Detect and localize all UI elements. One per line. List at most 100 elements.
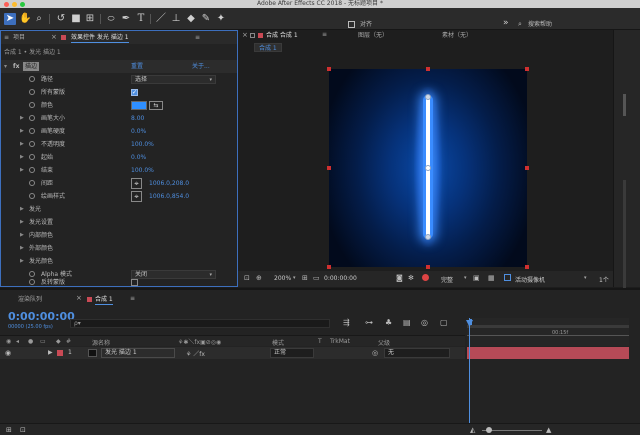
transform-handle[interactable] [525,67,529,71]
audio-icon[interactable]: ◂ [16,338,19,345]
type-tool-icon[interactable]: T [135,13,147,25]
close-tab-icon[interactable]: × [242,31,248,39]
transform-handle[interactable] [426,265,430,269]
channel-icon[interactable] [422,274,429,281]
comp-mini-flowchart-icon[interactable]: ⇶ [343,318,350,327]
lock-icon[interactable] [250,33,255,38]
checkbox[interactable]: ✓ [131,89,138,96]
transform-handle[interactable] [327,265,331,269]
panel-menu-icon[interactable]: ≡ [195,34,200,41]
views-dropdown[interactable]: 1个 [599,275,609,284]
parent-dropdown[interactable]: 无 [384,348,450,358]
stopwatch-icon[interactable] [29,76,35,82]
lock-icon[interactable]: ▭ [40,338,46,345]
zoom-out-icon[interactable]: ◭ [470,426,475,434]
composition-viewer[interactable] [329,69,527,267]
search-icon[interactable]: ⌕ [518,20,522,29]
brush-tool-icon[interactable]: ／ [155,13,167,25]
expand-arrow-icon[interactable]: ▶ [20,151,24,164]
stopwatch-icon[interactable] [29,167,35,173]
source-name-header[interactable]: 源名称 [92,338,110,347]
stopwatch-icon[interactable] [29,128,35,134]
graph-editor-icon[interactable]: ▢ [440,318,448,327]
close-tab-icon[interactable]: × [76,294,82,302]
transparency-grid-icon[interactable]: ▦ [488,274,495,282]
crosshair-icon[interactable]: ⌖ [131,191,142,202]
tab-effect-controls[interactable]: 效果控件 发光 描边 1 [71,33,129,43]
stopwatch-icon[interactable] [29,89,35,95]
eraser-tool-icon[interactable]: ◆ [185,13,197,25]
search-help-label[interactable]: 搜索帮助 [528,19,552,28]
stopwatch-icon[interactable] [29,115,35,121]
transform-handle[interactable] [327,166,331,170]
stopwatch-icon[interactable] [29,154,35,160]
solo-icon[interactable]: ● [28,338,33,345]
layer-switches[interactable]: ⚘ ／fx [186,349,205,358]
tab-project[interactable]: 项目 [13,33,25,42]
zoom-window-icon[interactable] [20,1,25,7]
label-tag-icon[interactable]: ◆ [56,338,61,345]
align-checkbox[interactable] [348,21,355,28]
expand-arrow-icon[interactable]: ▶ [20,125,24,138]
eyedropper-icon[interactable]: ⇆ [149,101,163,110]
grid-icon[interactable]: ⊡ [244,274,250,282]
roi-icon[interactable]: ▣ [473,274,480,282]
path-point-top[interactable] [425,94,431,100]
frame-blending-icon[interactable]: ▤ [403,318,411,327]
expand-arrow-icon[interactable]: ▶ [20,242,24,255]
resolution-dropdown[interactable]: 完整 [441,275,453,284]
current-time[interactable]: 0:00:00:00 [324,275,357,282]
expand-arrow-icon[interactable]: ▶ [20,216,24,229]
comp-flow-tab[interactable]: 合成 1 [254,43,282,52]
lock-icon[interactable] [61,35,66,40]
time-ruler[interactable]: 00:15f [467,318,629,346]
expand-arrow-icon[interactable]: ▶ [20,164,24,177]
timeline-timecode[interactable]: 0:00:00:00 [8,310,75,323]
scroll-handle[interactable] [623,180,626,290]
roto-brush-tool-icon[interactable]: ✎ [200,13,212,25]
zoom-slider-thumb[interactable] [486,427,492,433]
toggle-transfer-icon[interactable]: ⊡ [20,426,26,434]
expand-arrow-icon[interactable]: ▶ [20,229,24,242]
tab-footage[interactable]: 素材（无） [442,31,472,40]
param-value[interactable]: 0.0% [131,125,146,138]
region-icon[interactable]: ⊕ [256,274,262,282]
layer-label-color[interactable] [57,350,63,356]
stopwatch-icon[interactable] [29,141,35,147]
stopwatch-icon[interactable] [29,102,35,108]
tab-render-queue[interactable]: 渲染队列 [18,295,42,304]
switches-header-icons[interactable]: ⚘✱＼fx▣⊘◎◉ [178,337,221,346]
expand-arrow-icon[interactable]: ▶ [48,349,53,356]
toggle-switches-icon[interactable]: ⊞ [6,426,12,434]
effect-name[interactable]: 描边 [23,62,40,71]
stopwatch-icon[interactable] [29,193,35,199]
workspace-menu-icon[interactable]: » [503,18,509,28]
visibility-icon[interactable]: ◉ [5,349,11,357]
color-swatch[interactable] [131,101,147,110]
transform-handle[interactable] [525,166,529,170]
param-value[interactable]: 100.0% [131,164,154,177]
draft-3d-icon[interactable]: ⊶ [365,318,373,327]
transform-handle[interactable] [426,67,430,71]
expand-arrow-icon[interactable]: ▶ [20,112,24,125]
motion-blur-icon[interactable]: ◎ [421,318,428,327]
point-value[interactable]: 1006.0,854.0 [149,190,189,203]
shy-layers-icon[interactable]: ♣ [385,318,392,327]
layer-name[interactable]: 发光 描边 1 [101,348,175,358]
show-snapshot-icon[interactable]: ✻ [408,274,414,282]
crosshair-icon[interactable]: ⌖ [131,178,142,189]
pan-behind-tool-icon[interactable]: ⊞ [84,13,96,25]
layer-duration-bar[interactable] [467,347,629,359]
work-area-bar[interactable] [467,325,629,328]
path-point-bottom[interactable] [425,234,431,240]
param-value[interactable]: 8.00 [131,112,144,125]
zoom-in-icon[interactable]: ▲ [546,426,551,434]
close-tab-icon[interactable]: × [51,33,57,41]
expand-arrow-icon[interactable]: ▶ [20,255,24,268]
panel-menu-icon[interactable]: ≡ [130,295,135,302]
pickwhip-icon[interactable]: ◎ [372,349,378,357]
playhead[interactable] [469,318,470,433]
table-row[interactable]: ◉ ▶ 1 发光 描边 1 ⚘ ／fx 正常 ◎ 无 [0,347,465,359]
snapshot-icon[interactable]: ◙ [396,274,403,282]
rotate-tool-icon[interactable]: ↺ [55,13,67,25]
